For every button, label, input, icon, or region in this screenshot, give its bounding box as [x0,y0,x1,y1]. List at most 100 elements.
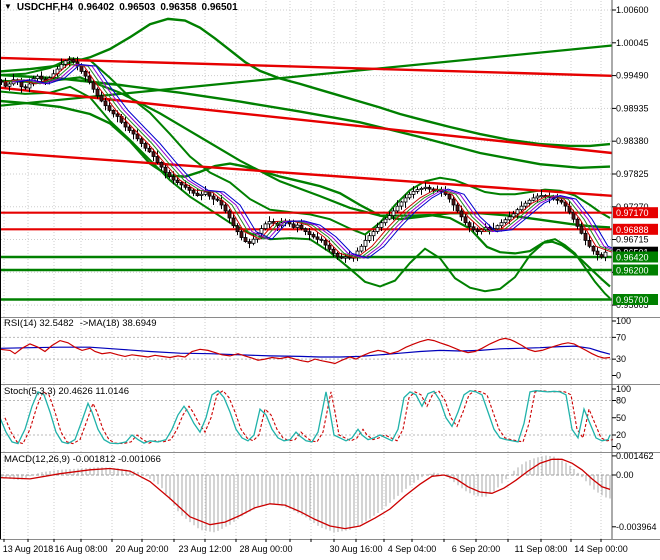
candle-body [223,204,228,212]
candle-body [315,236,320,240]
candle-body [411,190,416,195]
price-tick-label: 0.99490 [616,71,649,81]
price-tick-label: 1.00600 [616,5,649,15]
candle-body [267,221,272,225]
candle-body [203,191,208,195]
candle-body [599,254,604,258]
candle-body [495,225,500,230]
candle-body [143,143,148,149]
candle-body [87,75,92,83]
candle-body [183,184,188,188]
stoch-tick-label: 20 [616,430,626,440]
candle-body [339,256,344,259]
candle-body [207,191,212,197]
candle-body [135,133,140,140]
candle-body [499,222,504,227]
candle-body [211,195,216,200]
candle-body [587,239,592,247]
candle-body [591,245,596,252]
candle-body [383,218,388,224]
candle-body [27,83,32,89]
price-tick-label: 1.00045 [616,38,649,48]
candle-body [583,232,588,241]
candle-body [295,224,300,228]
candle-body [371,231,376,237]
candle-body [131,130,136,135]
chart-canvas[interactable]: 1.00600 1.00045 0.99490 0.98935 0.98380 0.978… [0,0,660,560]
candle-body [387,215,392,220]
candle-body [375,226,380,232]
candle-body [83,71,88,77]
candle-body [327,244,332,250]
candle-body [311,234,316,238]
candle-body [359,245,364,252]
candle-body [407,193,412,199]
candle-body [319,238,324,241]
candle-body [455,204,460,212]
rsi-tick-label: 100 [616,316,631,326]
time-label: 6 Sep 20:00 [452,544,501,554]
candle-body [243,237,248,242]
price-badge-text: 0.96420 [616,253,649,263]
candle-body [251,238,256,244]
candle-body [343,256,348,259]
candle-body [603,251,608,258]
candle-body [535,195,540,199]
candle-body [187,186,192,191]
stoch-tick-label: 100 [616,384,631,394]
macd-tick-label: 0.00 [616,470,634,480]
candle-body [39,75,44,80]
candle-body [263,223,268,229]
candle-body [307,231,312,236]
candle-body [175,179,180,183]
candle-body [235,225,240,232]
candle-body [391,210,396,216]
time-label: 4 Sep 04:00 [388,544,437,554]
candle-body [403,197,408,203]
candle-body [59,64,64,70]
dropdown-arrow-icon[interactable]: ▼ [4,2,12,11]
candle-body [335,252,340,258]
rsi-tick-label: 70 [616,332,626,342]
candle-body [523,202,528,207]
candle-body [291,223,296,228]
macd-tick-label: -0.003964 [616,522,657,532]
candle-body [63,60,68,65]
time-label: 14 Sep 00:00 [574,544,628,554]
candle-body [195,192,200,196]
candle-body [395,205,400,212]
time-label: 23 Aug 12:00 [178,544,231,554]
candle-body [171,176,176,181]
candle-body [299,224,304,230]
candle-body [107,105,112,111]
candle-body [111,110,116,115]
candle-body [423,186,428,189]
candle-body [459,210,464,218]
candle-body [451,198,456,206]
time-label: 30 Aug 16:00 [329,544,382,554]
candle-body [555,198,560,201]
candle-body [151,151,156,157]
candle-body [511,213,516,218]
candle-body [575,218,580,227]
time-label: 28 Aug 00:00 [239,544,292,554]
candle-body [419,187,424,190]
candle-body [415,189,420,192]
candle-body [503,219,508,224]
price-tick-label: 0.97825 [616,169,649,179]
candle-body [303,228,308,233]
price-tick-label: 0.98380 [616,136,649,146]
candle-body [247,241,252,244]
stoch-tick-label: 80 [616,396,626,406]
time-label: 16 Aug 08:00 [54,544,107,554]
candle-body [179,182,184,186]
candle-body [163,166,168,173]
candle-body [259,228,264,234]
candle-body [471,226,476,231]
rsi-tick-label: 0 [616,371,621,381]
time-label: 13 Aug 2018 [3,544,54,554]
macd-tick-label: 0.001462 [616,451,654,461]
candle-body [367,235,372,241]
rsi-tick-label: 30 [616,354,626,364]
time-label: 11 Sep 08:00 [515,544,568,554]
